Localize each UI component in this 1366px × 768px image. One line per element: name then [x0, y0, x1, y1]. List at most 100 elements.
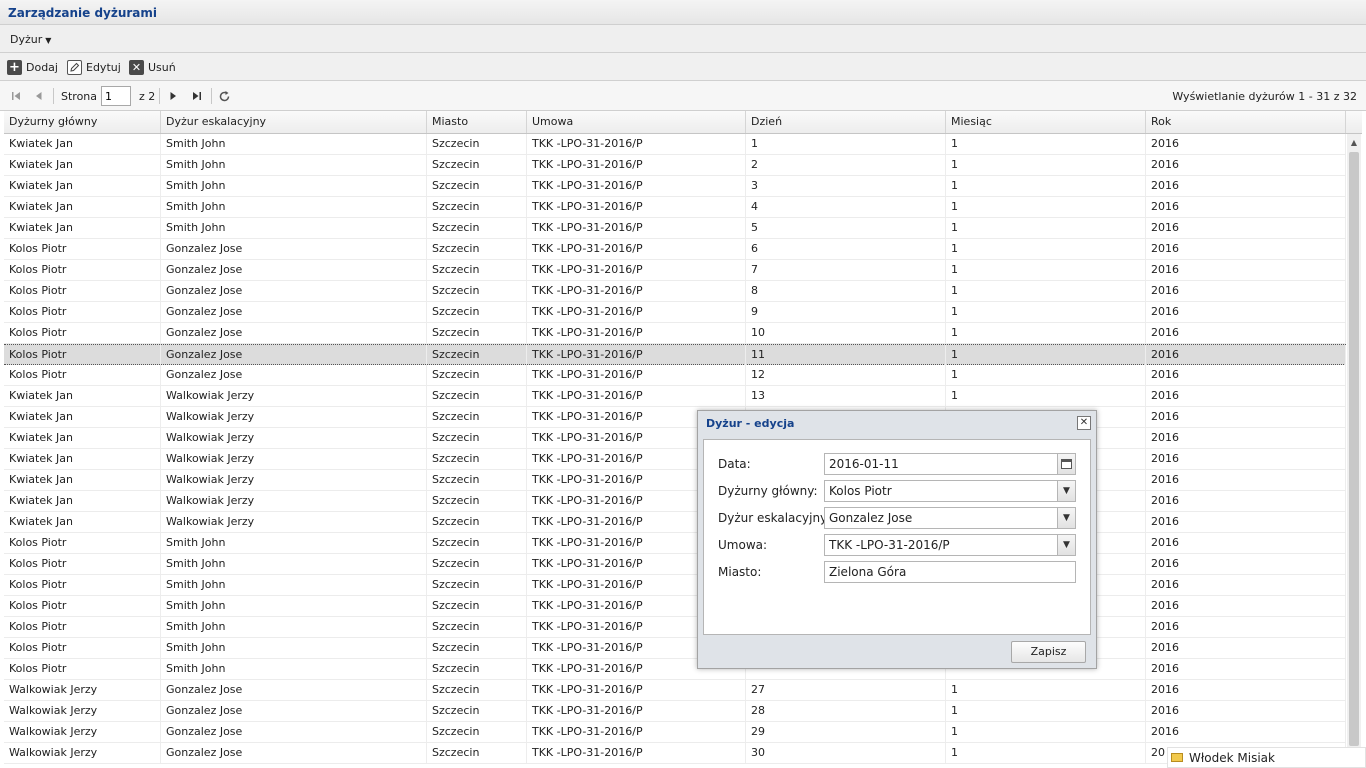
- cell-main-duty: Kwiatek Jan: [4, 449, 161, 469]
- column-header-month[interactable]: Miesiąc: [946, 111, 1146, 133]
- table-row[interactable]: Kwiatek Jan Smith John Szczecin TKK -LPO-31…: [4, 218, 1346, 239]
- table-row[interactable]: Walkowiak Jerzy Gonzalez Jose Szczecin TKK …: [4, 722, 1346, 743]
- duty-menu[interactable]: Dyżur ▼: [10, 33, 51, 46]
- cell-city: Szczecin: [427, 365, 527, 385]
- cell-city: Szczecin: [427, 407, 527, 427]
- cell-year: 2016: [1146, 281, 1346, 301]
- cell-escalation: Smith John: [161, 155, 427, 175]
- page-number-input[interactable]: [101, 86, 131, 106]
- cell-day: 28: [746, 701, 946, 721]
- cell-month: 1: [946, 680, 1146, 700]
- table-row[interactable]: Kolos Piotr Smith John Szczecin TKK -LPO-31…: [4, 659, 1346, 680]
- table-row[interactable]: Kolos Piotr Gonzalez Jose Szczecin TKK -LPO…: [4, 302, 1346, 323]
- first-page-icon[interactable]: [9, 89, 23, 103]
- cell-city: Szczecin: [427, 743, 527, 763]
- save-button[interactable]: Zapisz: [1011, 641, 1086, 663]
- last-page-icon[interactable]: [190, 89, 204, 103]
- prev-page-icon[interactable]: [32, 89, 46, 103]
- scroll-up-icon[interactable]: ▲: [1347, 138, 1361, 147]
- table-row[interactable]: Kolos Piotr Gonzalez Jose Szczecin TKK -LPO…: [4, 344, 1346, 365]
- table-row[interactable]: Kwiatek Jan Smith John Szczecin TKK -LPO-31…: [4, 197, 1346, 218]
- table-row[interactable]: Kwiatek Jan Walkowiak Jerzy Szczecin TKK -L…: [4, 470, 1346, 491]
- table-row[interactable]: Walkowiak Jerzy Gonzalez Jose Szczecin TKK …: [4, 701, 1346, 722]
- column-header-year[interactable]: Rok: [1146, 111, 1346, 133]
- city-field[interactable]: Zielona Góra: [824, 561, 1076, 583]
- scrollbar-thumb[interactable]: [1349, 152, 1359, 746]
- column-header-city[interactable]: Miasto: [427, 111, 527, 133]
- column-header-main-duty[interactable]: Dyżurny główny: [4, 111, 161, 133]
- paging-toolbar: Strona z 2 Wyświetlanie dyżurów 1 - 31 z…: [0, 81, 1366, 111]
- cell-day: 1: [746, 134, 946, 154]
- table-row[interactable]: Kolos Piotr Gonzalez Jose Szczecin TKK -LPO…: [4, 365, 1346, 386]
- table-row[interactable]: Kolos Piotr Smith John Szczecin TKK -LPO-31…: [4, 638, 1346, 659]
- cell-city: Szczecin: [427, 134, 527, 154]
- cell-main-duty: Kolos Piotr: [4, 554, 161, 574]
- table-row[interactable]: Walkowiak Jerzy Gonzalez Jose Szczecin TKK …: [4, 743, 1346, 764]
- escalation-label: Dyżur eskalacyjny:: [718, 511, 831, 525]
- cell-main-duty: Kolos Piotr: [4, 260, 161, 280]
- cell-city: Szczecin: [427, 386, 527, 406]
- date-field[interactable]: 2016-01-11: [824, 453, 1076, 475]
- table-row[interactable]: Kwiatek Jan Smith John Szczecin TKK -LPO-31…: [4, 176, 1346, 197]
- delete-button[interactable]: ✕ Usuń: [129, 59, 176, 75]
- vertical-scrollbar[interactable]: ▲: [1347, 134, 1361, 768]
- column-header-day[interactable]: Dzień: [746, 111, 946, 133]
- chevron-down-icon[interactable]: ▼: [1057, 508, 1075, 528]
- column-header-contract[interactable]: Umowa: [527, 111, 746, 133]
- edit-button[interactable]: Edytuj: [67, 59, 121, 75]
- table-row[interactable]: Kwiatek Jan Smith John Szczecin TKK -LPO-31…: [4, 134, 1346, 155]
- table-row[interactable]: Kolos Piotr Smith John Szczecin TKK -LPO-31…: [4, 575, 1346, 596]
- cell-main-duty: Kwiatek Jan: [4, 470, 161, 490]
- dialog-title: Dyżur - edycja: [706, 417, 795, 430]
- main-duty-select[interactable]: Kolos Piotr ▼: [824, 480, 1076, 502]
- cell-city: Szczecin: [427, 701, 527, 721]
- cell-month: 1: [946, 743, 1146, 763]
- refresh-icon[interactable]: [217, 89, 231, 103]
- column-header-escalation[interactable]: Dyżur eskalacyjny: [161, 111, 427, 133]
- escalation-select[interactable]: Gonzalez Jose ▼: [824, 507, 1076, 529]
- table-row[interactable]: Kolos Piotr Gonzalez Jose Szczecin TKK -LPO…: [4, 323, 1346, 344]
- table-row[interactable]: Kolos Piotr Gonzalez Jose Szczecin TKK -LPO…: [4, 281, 1346, 302]
- table-row[interactable]: Kwiatek Jan Smith John Szczecin TKK -LPO-31…: [4, 155, 1346, 176]
- table-row[interactable]: Kwiatek Jan Walkowiak Jerzy Szczecin TKK -L…: [4, 428, 1346, 449]
- table-row[interactable]: Walkowiak Jerzy Gonzalez Jose Szczecin TKK …: [4, 680, 1346, 701]
- cell-month: 1: [946, 239, 1146, 259]
- calendar-icon[interactable]: [1057, 454, 1075, 474]
- delete-label: Usuń: [148, 60, 176, 74]
- table-row[interactable]: Kolos Piotr Smith John Szczecin TKK -LPO-31…: [4, 596, 1346, 617]
- cell-contract: TKK -LPO-31-2016/P: [527, 722, 746, 742]
- contract-value: TKK -LPO-31-2016/P: [829, 538, 950, 552]
- cell-escalation: Walkowiak Jerzy: [161, 470, 427, 490]
- next-page-icon[interactable]: [166, 89, 180, 103]
- table-row[interactable]: Kolos Piotr Gonzalez Jose Szczecin TKK -LPO…: [4, 260, 1346, 281]
- cell-day: 7: [746, 260, 946, 280]
- cell-city: Szczecin: [427, 722, 527, 742]
- cell-contract: TKK -LPO-31-2016/P: [527, 386, 746, 406]
- chevron-down-icon[interactable]: ▼: [1057, 481, 1075, 501]
- cell-contract: TKK -LPO-31-2016/P: [527, 134, 746, 154]
- contract-select[interactable]: TKK -LPO-31-2016/P ▼: [824, 534, 1076, 556]
- close-icon[interactable]: ✕: [1077, 416, 1091, 430]
- table-row[interactable]: Kolos Piotr Gonzalez Jose Szczecin TKK -LPO…: [4, 239, 1346, 260]
- cell-escalation: Smith John: [161, 638, 427, 658]
- cell-contract: TKK -LPO-31-2016/P: [527, 323, 746, 343]
- table-row[interactable]: Kwiatek Jan Walkowiak Jerzy Szczecin TKK -L…: [4, 512, 1346, 533]
- table-row[interactable]: Kwiatek Jan Walkowiak Jerzy Szczecin TKK -L…: [4, 449, 1346, 470]
- table-row[interactable]: Kwiatek Jan Walkowiak Jerzy Szczecin TKK -L…: [4, 407, 1346, 428]
- table-row[interactable]: Kwiatek Jan Walkowiak Jerzy Szczecin TKK -L…: [4, 491, 1346, 512]
- table-row[interactable]: Kolos Piotr Smith John Szczecin TKK -LPO-31…: [4, 533, 1346, 554]
- chevron-down-icon[interactable]: ▼: [1057, 535, 1075, 555]
- cell-main-duty: Walkowiak Jerzy: [4, 701, 161, 721]
- plus-icon: +: [7, 59, 22, 75]
- table-row[interactable]: Kolos Piotr Smith John Szczecin TKK -LPO-31…: [4, 554, 1346, 575]
- user-chip[interactable]: Włodek Misiak: [1167, 747, 1366, 768]
- cell-year: 2016: [1146, 701, 1346, 721]
- table-row[interactable]: Kwiatek Jan Walkowiak Jerzy Szczecin TKK -L…: [4, 386, 1346, 407]
- add-button[interactable]: + Dodaj: [7, 59, 58, 75]
- table-row[interactable]: Kolos Piotr Smith John Szczecin TKK -LPO-31…: [4, 617, 1346, 638]
- cell-city: Szczecin: [427, 281, 527, 301]
- cell-main-duty: Kwiatek Jan: [4, 176, 161, 196]
- cell-main-duty: Kwiatek Jan: [4, 491, 161, 511]
- cell-month: 1: [946, 386, 1146, 406]
- cell-escalation: Gonzalez Jose: [161, 701, 427, 721]
